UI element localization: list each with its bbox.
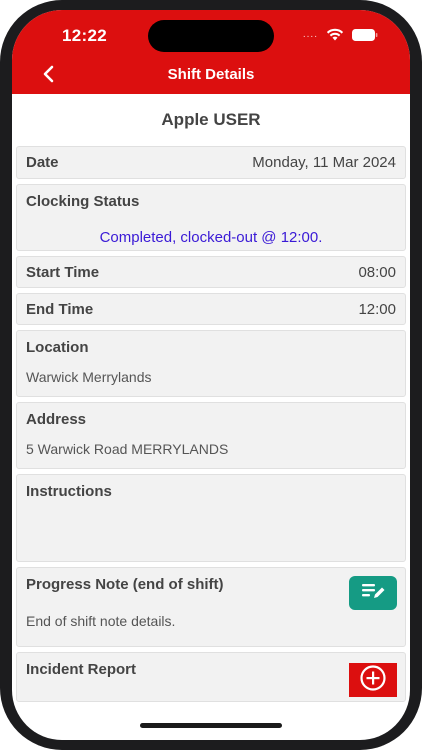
clocking-status-label: Clocking Status xyxy=(26,193,140,210)
end-time-value: 12:00 xyxy=(358,300,396,318)
location-card: Location Warwick Merrylands xyxy=(16,330,406,397)
instructions-label: Instructions xyxy=(26,483,112,500)
status-time: 12:22 xyxy=(62,26,107,45)
phone-frame: 12:22 .... Shift Details Apple USER Date… xyxy=(0,0,422,750)
address-card: Address 5 Warwick Road MERRYLANDS xyxy=(16,402,406,469)
start-time-value: 08:00 xyxy=(358,263,396,281)
address-label: Address xyxy=(26,411,87,428)
add-incident-report-button[interactable] xyxy=(349,663,397,697)
address-value: 5 Warwick Road MERRYLANDS xyxy=(26,441,229,457)
clocking-status-value: Completed, clocked-out @ 12:00. xyxy=(99,229,323,246)
edit-progress-note-button[interactable] xyxy=(349,576,397,610)
home-indicator[interactable] xyxy=(140,723,282,728)
battery-icon xyxy=(352,28,378,41)
incident-report-card: Incident Report xyxy=(16,652,406,702)
start-time-label: Start Time xyxy=(26,263,100,281)
plus-circle-icon xyxy=(359,664,387,697)
progress-note-label: Progress Note (end of shift) xyxy=(26,576,224,593)
clocking-status-card: Clocking Status Completed, clocked-out @… xyxy=(16,184,406,251)
progress-note-card: Progress Note (end of shift) End of shif… xyxy=(16,567,406,647)
header-bar: 12:22 .... Shift Details xyxy=(12,10,410,94)
date-card: Date Monday, 11 Mar 2024 xyxy=(16,146,406,179)
progress-note-value: End of shift note details. xyxy=(26,613,176,629)
incident-report-label: Incident Report xyxy=(26,661,137,678)
dynamic-island xyxy=(148,20,274,52)
end-time-card: End Time 12:00 xyxy=(16,293,406,325)
user-name: Apple USER xyxy=(161,110,261,129)
instructions-card: Instructions xyxy=(16,474,406,562)
screen: 12:22 .... Shift Details Apple USER Date… xyxy=(12,10,410,740)
shift-details-content: Apple USER Date Monday, 11 Mar 2024 Cloc… xyxy=(16,94,406,702)
signal-dots: .... xyxy=(302,29,318,40)
location-value: Warwick Merrylands xyxy=(26,369,152,385)
end-time-label: End Time xyxy=(26,300,94,318)
date-label: Date xyxy=(26,154,59,171)
date-value: Monday, 11 Mar 2024 xyxy=(252,154,396,171)
location-label: Location xyxy=(26,339,89,356)
start-time-card: Start Time 08:00 xyxy=(16,256,406,288)
wifi-icon xyxy=(326,28,344,41)
status-icons: .... xyxy=(303,28,378,41)
page-title: Shift Details xyxy=(167,66,255,83)
edit-note-icon xyxy=(360,580,386,607)
